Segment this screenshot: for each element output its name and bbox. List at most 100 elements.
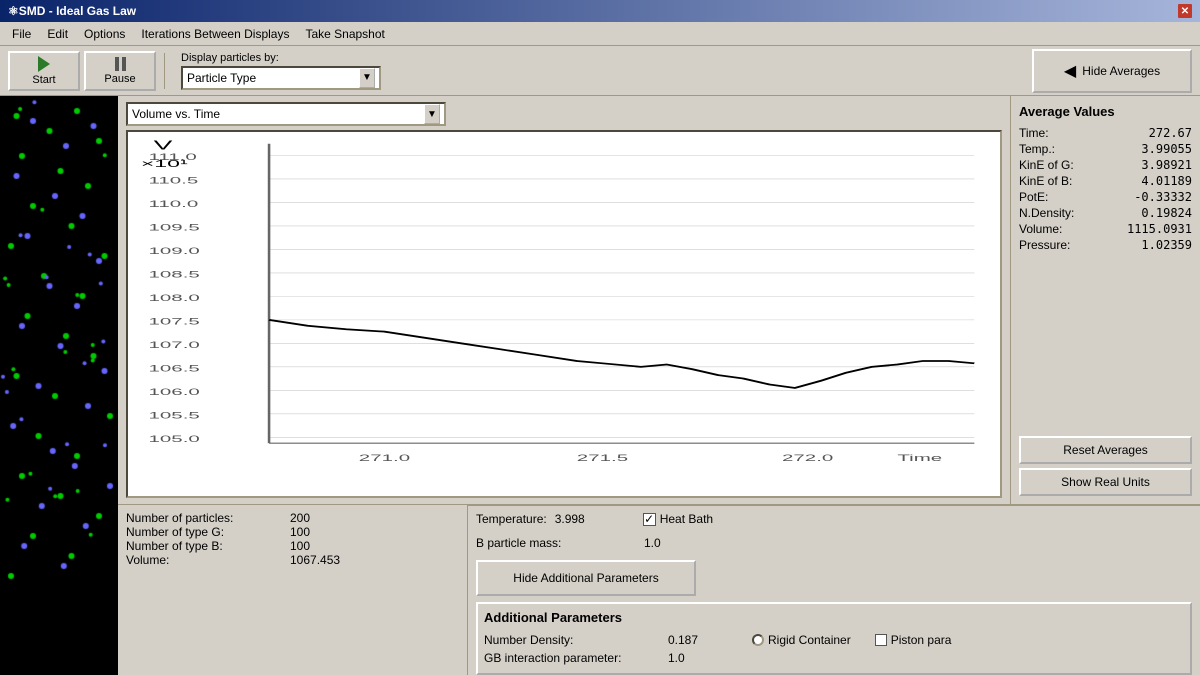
particles-value: 200 bbox=[290, 511, 310, 525]
stat-ndensity: N.Density: 0.19824 bbox=[1019, 205, 1192, 221]
gb-interaction-label: GB interaction parameter: bbox=[484, 651, 664, 665]
show-real-units-button[interactable]: Show Real Units bbox=[1019, 468, 1192, 496]
graph-dropdown-arrow: ▼ bbox=[424, 104, 440, 124]
reset-averages-button[interactable]: Reset Averages bbox=[1019, 436, 1192, 464]
stat-kine-g-value: 3.98921 bbox=[1141, 158, 1192, 172]
stat-kine-g: KinE of G: 3.98921 bbox=[1019, 157, 1192, 173]
svg-text:107.5: 107.5 bbox=[149, 317, 200, 327]
type-b-value: 100 bbox=[290, 539, 310, 553]
hide-averages-button[interactable]: ◀ Hide Averages bbox=[1032, 49, 1192, 93]
chart-svg: V ×10¹ 111.0 110.5 110.0 109.5 109.0 bbox=[128, 132, 1000, 496]
pause-icon bbox=[115, 57, 126, 71]
rigid-container-label: Rigid Container bbox=[768, 633, 851, 647]
heat-bath-checkbox[interactable]: ✓ bbox=[643, 513, 656, 526]
particles-label: Number of particles: bbox=[126, 511, 286, 525]
svg-text:109.0: 109.0 bbox=[149, 246, 200, 256]
pause-button[interactable]: Pause bbox=[84, 51, 156, 91]
temperature-label: Temperature: bbox=[476, 512, 547, 526]
start-button[interactable]: Start bbox=[8, 51, 80, 91]
stat-kine-g-label: KinE of G: bbox=[1019, 158, 1074, 172]
menu-options[interactable]: Options bbox=[76, 25, 133, 43]
right-bottom: Number of particles: 200 Number of type … bbox=[118, 504, 1200, 675]
averages-panel: Average Values Time: 272.67 Temp.: 3.990… bbox=[1010, 96, 1200, 504]
averages-title: Average Values bbox=[1019, 104, 1192, 119]
heat-bath-container: ✓ Heat Bath bbox=[643, 512, 713, 526]
rigid-container-radio-group: Rigid Container bbox=[752, 633, 851, 647]
stat-time-label: Time: bbox=[1019, 126, 1049, 140]
graph-select-value: Volume vs. Time bbox=[132, 107, 220, 121]
temperature-row: Temperature: 3.998 ✓ Heat Bath bbox=[468, 505, 1200, 532]
type-b-row: Number of type B: 100 bbox=[126, 539, 459, 553]
stat-temp-value: 3.99055 bbox=[1141, 142, 1192, 156]
hide-params-button[interactable]: Hide Additional Parameters bbox=[476, 560, 696, 596]
right-bottom-controls: Temperature: 3.998 ✓ Heat Bath B particl… bbox=[468, 505, 1200, 675]
left-bottom-info: Number of particles: 200 Number of type … bbox=[118, 505, 468, 675]
menu-snapshot[interactable]: Take Snapshot bbox=[297, 25, 392, 43]
stat-volume: Volume: 1115.0931 bbox=[1019, 221, 1192, 237]
hide-averages-label: Hide Averages bbox=[1082, 64, 1160, 78]
stat-kine-b-value: 4.01189 bbox=[1141, 174, 1192, 188]
stat-ndensity-label: N.Density: bbox=[1019, 206, 1074, 220]
svg-text:109.5: 109.5 bbox=[149, 223, 200, 233]
b-particle-mass-row: B particle mass: 1.0 bbox=[468, 532, 1200, 554]
svg-text:110.5: 110.5 bbox=[149, 176, 199, 186]
number-density-value: 0.187 bbox=[668, 633, 728, 647]
svg-text:106.0: 106.0 bbox=[149, 387, 200, 397]
play-icon bbox=[38, 56, 50, 72]
particles-row: Number of particles: 200 bbox=[126, 511, 459, 525]
svg-text:271.0: 271.0 bbox=[359, 453, 410, 463]
stat-kine-b: KinE of B: 4.01189 bbox=[1019, 173, 1192, 189]
piston-para-label: Piston para bbox=[891, 633, 952, 647]
particle-type-dropdown[interactable]: Particle Type ▼ bbox=[181, 66, 381, 90]
titlebar: ⚛ SMD - Ideal Gas Law ✕ bbox=[0, 0, 1200, 22]
title-icon: ⚛ bbox=[8, 4, 19, 18]
svg-text:105.5: 105.5 bbox=[149, 411, 200, 421]
svg-text:108.5: 108.5 bbox=[149, 270, 200, 280]
stat-pressure-value: 1.02359 bbox=[1141, 238, 1192, 252]
toolbar: Start Pause Display particles by: Partic… bbox=[0, 46, 1200, 96]
toolbar-separator bbox=[164, 53, 165, 89]
b-mass-value: 1.0 bbox=[644, 536, 661, 550]
graph-container: V ×10¹ 111.0 110.5 110.0 109.5 109.0 bbox=[126, 130, 1002, 498]
svg-text:V: V bbox=[154, 138, 173, 153]
stat-ndensity-value: 0.19824 bbox=[1141, 206, 1192, 220]
start-label: Start bbox=[32, 74, 55, 86]
svg-text:108.0: 108.0 bbox=[149, 293, 200, 303]
simulation-canvas bbox=[0, 96, 118, 675]
close-button[interactable]: ✕ bbox=[1178, 4, 1192, 18]
menu-iterations[interactable]: Iterations Between Displays bbox=[133, 25, 297, 43]
chart-panel: Volume vs. Time ▼ V ×10¹ 111.0 110.5 bbox=[118, 96, 1010, 504]
volume-row: Volume: 1067.453 bbox=[126, 553, 459, 567]
gb-interaction-value: 1.0 bbox=[668, 651, 728, 665]
lock-piston-checkbox[interactable] bbox=[875, 634, 887, 646]
svg-text:110.0: 110.0 bbox=[149, 199, 199, 209]
stat-time-value: 272.67 bbox=[1149, 126, 1192, 140]
add-params-title: Additional Parameters bbox=[484, 610, 1184, 625]
chevron-left-icon: ◀ bbox=[1064, 61, 1076, 81]
stat-pote-value: -0.33332 bbox=[1134, 190, 1192, 204]
type-b-label: Number of type B: bbox=[126, 539, 286, 553]
graph-select-dropdown[interactable]: Volume vs. Time ▼ bbox=[126, 102, 446, 126]
type-g-row: Number of type G: 100 bbox=[126, 525, 459, 539]
menu-edit[interactable]: Edit bbox=[39, 25, 76, 43]
stat-time: Time: 272.67 bbox=[1019, 125, 1192, 141]
right-top: Volume vs. Time ▼ V ×10¹ 111.0 110.5 bbox=[118, 96, 1200, 504]
svg-text:111.0: 111.0 bbox=[149, 153, 197, 163]
dropdown-arrow-icon: ▼ bbox=[359, 68, 375, 88]
menu-file[interactable]: File bbox=[4, 25, 39, 43]
stat-pressure: Pressure: 1.02359 bbox=[1019, 237, 1192, 253]
stat-kine-b-label: KinE of B: bbox=[1019, 174, 1072, 188]
type-g-label: Number of type G: bbox=[126, 525, 286, 539]
pause-label: Pause bbox=[104, 73, 135, 85]
rigid-container-radio[interactable] bbox=[752, 634, 764, 646]
b-mass-label: B particle mass: bbox=[476, 536, 636, 550]
temperature-value: 3.998 bbox=[555, 512, 615, 526]
volume-label: Volume: bbox=[126, 553, 286, 567]
type-g-value: 100 bbox=[290, 525, 310, 539]
number-density-label: Number Density: bbox=[484, 633, 664, 647]
menubar: File Edit Options Iterations Between Dis… bbox=[0, 22, 1200, 46]
stat-volume-label: Volume: bbox=[1019, 222, 1062, 236]
svg-text:107.0: 107.0 bbox=[149, 340, 200, 350]
stat-pote: PotE: -0.33332 bbox=[1019, 189, 1192, 205]
svg-text:Time: Time bbox=[897, 453, 942, 463]
